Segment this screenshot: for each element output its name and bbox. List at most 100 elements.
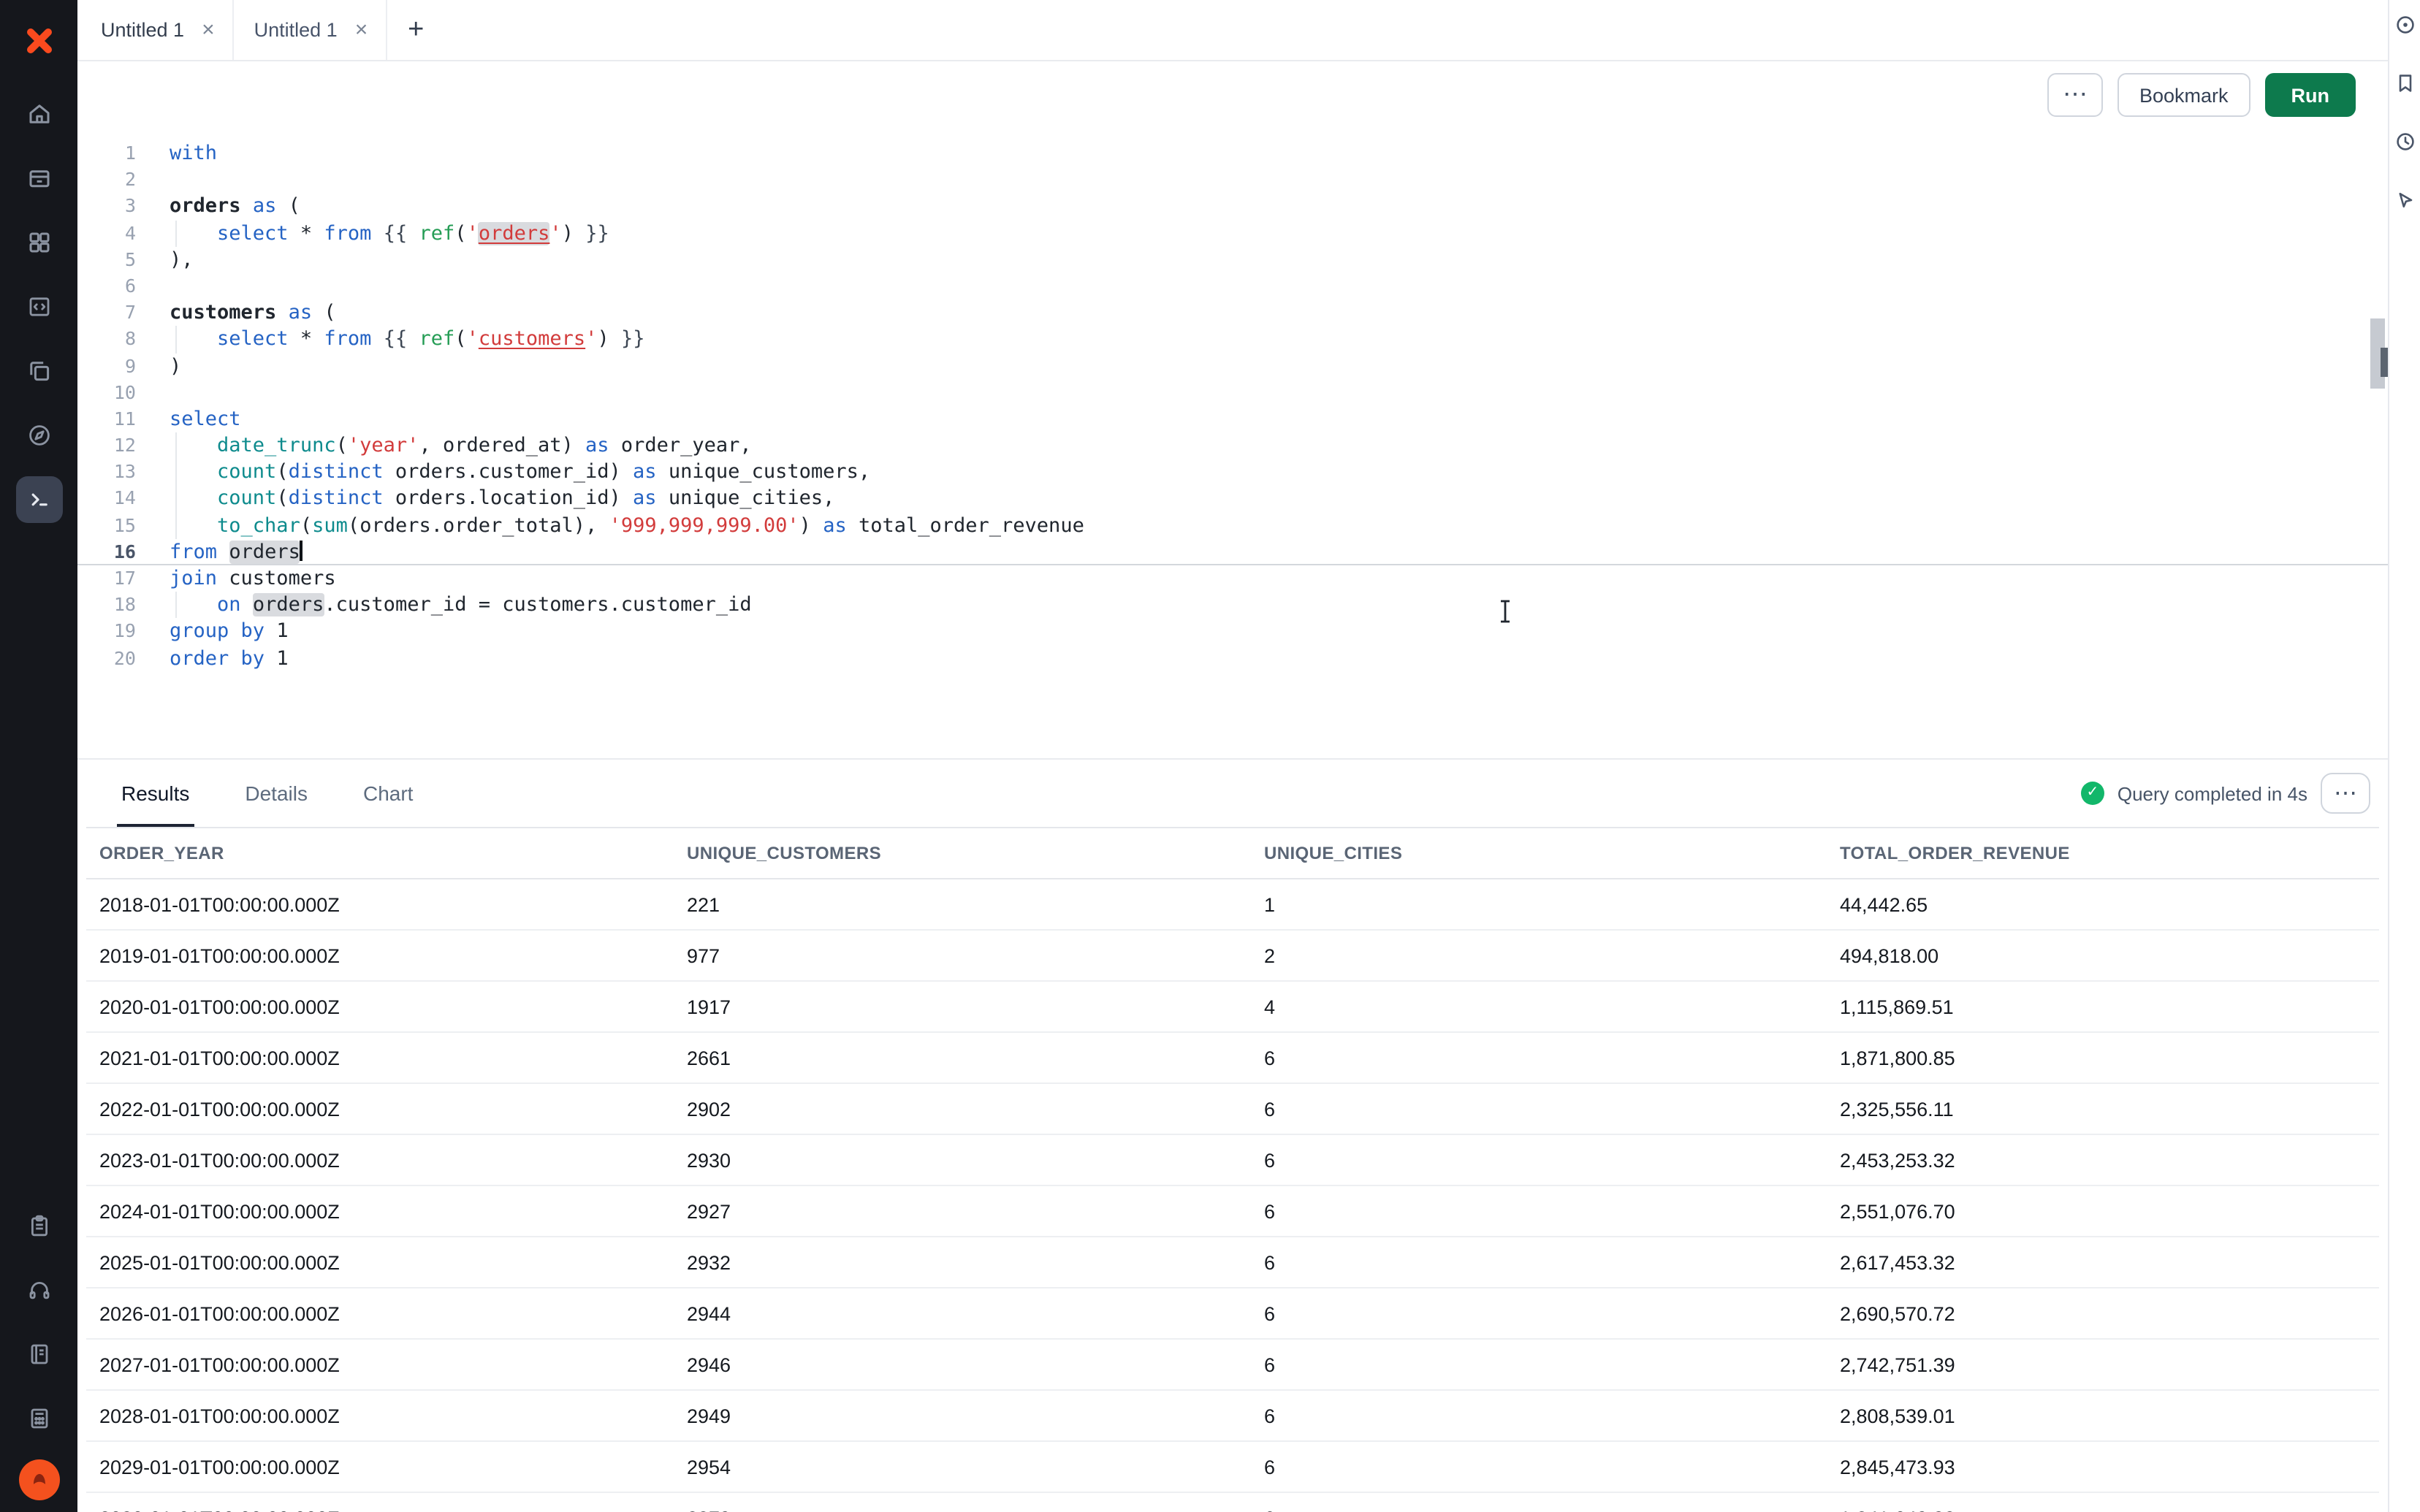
table-row[interactable]: 2022-01-01T00:00:00.000Z290262,325,556.1…	[86, 1083, 2379, 1134]
sidebar-item-calculator[interactable]	[0, 1386, 77, 1451]
code-line[interactable]: 3orders as (	[77, 194, 2388, 220]
sidebar-item-notebook[interactable]	[0, 1322, 77, 1386]
code-line[interactable]: 7customers as (	[77, 299, 2388, 326]
code-token: order_year,	[609, 434, 752, 457]
table-cell: 6	[1251, 1441, 1827, 1492]
table-cell: 2,617,453.32	[1827, 1237, 2379, 1288]
table-cell: 2,551,076.70	[1827, 1185, 2379, 1237]
sidebar-item-windows[interactable]	[0, 339, 77, 403]
code-text: join customers	[170, 565, 336, 592]
table-cell: 2	[1251, 930, 1827, 981]
code-token: (	[348, 513, 359, 537]
code-line[interactable]: 14 count(distinct orders.location_id) as…	[77, 486, 2388, 512]
code-line[interactable]: 10	[77, 379, 2388, 405]
copilot-icon[interactable]	[2394, 15, 2415, 35]
table-row[interactable]: 2028-01-01T00:00:00.000Z294962,808,539.0…	[86, 1390, 2379, 1441]
editor-scrollbar[interactable]	[2367, 129, 2388, 758]
code-line[interactable]: 17join customers	[77, 565, 2388, 592]
bookmark-button[interactable]: Bookmark	[2118, 73, 2250, 117]
results-more-button[interactable]: ⋯	[2321, 773, 2370, 814]
code-token: sum	[312, 513, 348, 537]
right-sidebar	[2388, 0, 2420, 1512]
app-logo-icon[interactable]	[0, 0, 77, 82]
line-number: 8	[77, 327, 136, 353]
column-header[interactable]: ORDER_YEAR	[86, 828, 674, 879]
code-line[interactable]: 12 date_trunc('year', ordered_at) as ord…	[77, 432, 2388, 459]
code-line[interactable]: 16from orders	[77, 539, 2388, 565]
code-token: )	[597, 328, 609, 351]
table-cell: 2,690,570.72	[1827, 1288, 2379, 1339]
table-cell: 1,841,049.32	[1827, 1492, 2379, 1512]
code-line[interactable]: 2	[77, 167, 2388, 193]
table-row[interactable]: 2025-01-01T00:00:00.000Z293262,617,453.3…	[86, 1237, 2379, 1288]
sidebar-item-warehouse[interactable]	[0, 146, 77, 210]
new-tab-button[interactable]: +	[387, 0, 445, 60]
column-header[interactable]: UNIQUE_CITIES	[1251, 828, 1827, 879]
table-row[interactable]: 2020-01-01T00:00:00.000Z191741,115,869.5…	[86, 981, 2379, 1032]
table-row[interactable]: 2027-01-01T00:00:00.000Z294662,742,751.3…	[86, 1339, 2379, 1390]
table-row[interactable]: 2019-01-01T00:00:00.000Z9772494,818.00	[86, 930, 2379, 981]
code-line[interactable]: 5),	[77, 247, 2388, 273]
table-row[interactable]: 2018-01-01T00:00:00.000Z221144,442.65	[86, 879, 2379, 930]
calculator-icon	[26, 1405, 52, 1432]
table-cell: 6	[1251, 1185, 1827, 1237]
tab-details[interactable]: Details	[245, 760, 308, 827]
close-tab-icon[interactable]: ×	[202, 19, 215, 41]
code-token: '999,999,999.00'	[609, 513, 799, 537]
code-token: '	[549, 221, 561, 245]
sidebar-item-support[interactable]	[0, 1258, 77, 1322]
sidebar-item-clipboard[interactable]	[0, 1194, 77, 1258]
code-line[interactable]: 20order by 1	[77, 645, 2388, 671]
code-line[interactable]: 11select	[77, 406, 2388, 432]
table-row[interactable]: 2026-01-01T00:00:00.000Z294462,690,570.7…	[86, 1288, 2379, 1339]
more-actions-button[interactable]: ⋯	[2047, 73, 2103, 117]
history-icon[interactable]	[2394, 131, 2415, 152]
sidebar-item-code-editor[interactable]	[0, 275, 77, 339]
sidebar-item-home[interactable]	[0, 82, 77, 146]
table-row[interactable]: 2030-01-01T00:00:00.000Z287961,841,049.3…	[86, 1492, 2379, 1512]
table-row[interactable]: 2023-01-01T00:00:00.000Z293062,453,253.3…	[86, 1134, 2379, 1185]
warehouse-icon	[26, 165, 52, 191]
code-line[interactable]: 4 select * from {{ ref('orders') }}	[77, 220, 2388, 246]
code-line[interactable]: 13 count(distinct orders.customer_id) as…	[77, 459, 2388, 486]
code-line[interactable]: 9)	[77, 353, 2388, 379]
code-line[interactable]: 18 on orders.customer_id = customers.cus…	[77, 592, 2388, 618]
code-line[interactable]: 1with	[77, 140, 2388, 167]
tab-results[interactable]: Results	[121, 760, 189, 827]
sidebar-item-apps[interactable]	[0, 210, 77, 275]
code-token: orders	[253, 593, 324, 616]
ellipsis-icon: ⋯	[2063, 80, 2088, 110]
left-sidebar	[0, 0, 77, 1512]
code-token: , ordered_at)	[419, 434, 585, 457]
mouse-ibeam-cursor	[1496, 599, 1514, 624]
pointer-icon[interactable]	[2394, 190, 2415, 210]
tab-chart[interactable]: Chart	[363, 760, 413, 827]
column-header[interactable]: UNIQUE_CUSTOMERS	[674, 828, 1251, 879]
table-row[interactable]: 2021-01-01T00:00:00.000Z266161,871,800.8…	[86, 1032, 2379, 1083]
sql-editor[interactable]: 1with23orders as (4 select * from {{ ref…	[77, 129, 2388, 760]
tab-label: Results	[121, 782, 189, 805]
close-tab-icon[interactable]: ×	[355, 19, 368, 41]
table-cell: 2028-01-01T00:00:00.000Z	[86, 1390, 674, 1441]
code-line[interactable]: 6	[77, 273, 2388, 299]
sidebar-item-terminal[interactable]	[0, 467, 77, 532]
code-line[interactable]: 15 to_char(sum(orders.order_total), '999…	[77, 512, 2388, 538]
table-row[interactable]: 2024-01-01T00:00:00.000Z292762,551,076.7…	[86, 1185, 2379, 1237]
editor-tab-1[interactable]: Untitled 1 ×	[80, 0, 234, 60]
sidebar-item-explore[interactable]	[0, 403, 77, 467]
code-token: 'year'	[348, 434, 419, 457]
table-cell: 2,453,253.32	[1827, 1134, 2379, 1185]
table-cell: 2027-01-01T00:00:00.000Z	[86, 1339, 674, 1390]
code-line[interactable]: 19group by 1	[77, 619, 2388, 645]
bookmark-icon[interactable]	[2394, 73, 2415, 93]
code-text: date_trunc('year', ordered_at) as order_…	[170, 432, 752, 459]
results-table-container[interactable]: ORDER_YEARUNIQUE_CUSTOMERSUNIQUE_CITIEST…	[86, 827, 2379, 1512]
column-header[interactable]: TOTAL_ORDER_REVENUE	[1827, 828, 2379, 879]
workspace-avatar[interactable]	[18, 1459, 59, 1500]
code-line[interactable]: 8 select * from {{ ref('customers') }}	[77, 327, 2388, 353]
table-row[interactable]: 2029-01-01T00:00:00.000Z295462,845,473.9…	[86, 1441, 2379, 1492]
table-cell: 1,871,800.85	[1827, 1032, 2379, 1083]
run-button[interactable]: Run	[2265, 73, 2356, 117]
editor-tab-2[interactable]: Untitled 1 ×	[234, 0, 387, 60]
code-token: distinct	[289, 461, 384, 484]
